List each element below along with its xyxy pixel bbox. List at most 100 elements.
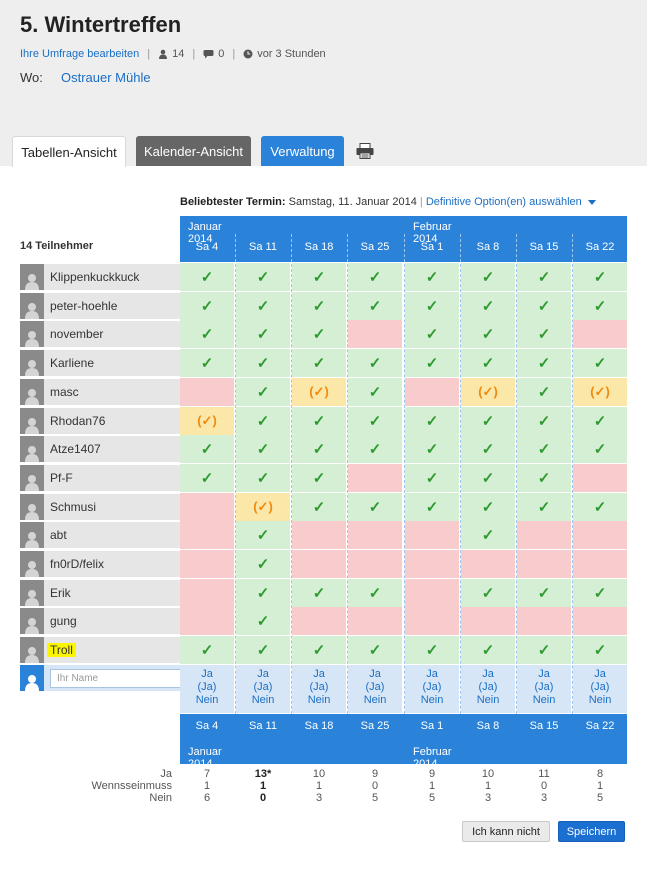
participant-name-cell: november [44,321,192,347]
vote-option-2[interactable]: Nein [236,694,290,707]
vote-cell-no [180,521,234,549]
vote-option-selector[interactable]: Ja (Ja) Nein [348,665,402,713]
vote-option-1[interactable]: (Ja) [517,681,571,694]
vote-cell-yes: ✓ [236,464,290,492]
vote-option-0[interactable]: Ja [348,668,402,681]
cant-attend-button[interactable]: Ich kann nicht [462,821,550,842]
vote-option-1[interactable]: (Ja) [461,681,515,694]
poll-header: 5. Wintertreffen Ihre Umfrage bearbeiten… [0,0,647,167]
check-icon: ✓ [368,585,382,602]
vote-option-2[interactable]: Nein [461,694,515,707]
check-icon: ✓ [368,298,382,315]
check-icon: ✓ [312,413,326,430]
vote-cell-no [292,550,346,578]
vote-option-2[interactable]: Nein [517,694,571,707]
vote-option-selector[interactable]: Ja (Ja) Nein [573,665,627,713]
total-value: 1 [203,780,211,792]
check-icon: ✓ [312,499,326,516]
check-icon: ✓ [312,355,326,372]
vote-option-2[interactable]: Nein [405,694,459,707]
vote-cell-yes: ✓ [180,292,234,320]
date-label: Sa 1 [420,720,444,732]
vote-cell-no [180,378,234,406]
check-icon: ✓ [256,527,270,544]
vote-cell-yes: ✓ [236,320,290,348]
printer-icon[interactable] [356,143,374,164]
vote-option-0[interactable]: Ja [573,668,627,681]
check-icon: ✓ [200,298,214,315]
check-icon: ✓ [425,355,439,372]
vote-cell-yes: ✓ [180,435,234,463]
vote-option-0[interactable]: Ja [517,668,571,681]
location: Wo: Ostrauer Mühle [20,70,151,85]
vote-cell-no [573,320,627,348]
vote-cell-yes: ✓ [236,378,290,406]
vote-option-selector[interactable]: Ja (Ja) Nein [461,665,515,713]
popular-label: Beliebtester Termin: [180,196,286,208]
tab-table-view[interactable]: Tabellen-Ansicht [12,136,126,167]
vote-cell-yes: ✓ [517,320,571,348]
total-value: 1 [315,780,323,792]
total-value: 10 [481,768,495,780]
vote-cell-yes: ✓ [517,407,571,435]
vote-option-2[interactable]: Nein [348,694,402,707]
vote-cell-no [348,464,402,492]
check-icon: ✓ [425,441,439,458]
vote-cell-no [573,550,627,578]
vote-option-selector[interactable]: Ja (Ja) Nein [405,665,459,713]
edit-poll-link[interactable]: Ihre Umfrage bearbeiten [20,48,139,60]
choose-final-option-link[interactable]: Definitive Option(en) auswählen [426,196,582,208]
vote-option-2[interactable]: Nein [180,694,234,707]
participant-name-cell: Rhodan76 [44,408,192,434]
location-link[interactable]: Ostrauer Mühle [61,70,151,85]
save-button[interactable]: Speichern [558,821,625,842]
vote-option-1[interactable]: (Ja) [573,681,627,694]
chevron-down-icon[interactable] [587,199,596,205]
vote-cell-no [180,607,234,635]
total-value: 1 [428,780,436,792]
vote-option-2[interactable]: Nein [292,694,346,707]
vote-cell-maybe: (✓) [180,407,234,435]
vote-option-selector[interactable]: Ja (Ja) Nein [292,665,346,713]
total-value: 0 [540,780,548,792]
check-icon: ✓ [312,585,326,602]
date-label: Sa 25 [360,241,390,253]
vote-option-selector[interactable]: Ja (Ja) Nein [517,665,571,713]
total-value: 1 [484,780,492,792]
vote-option-0[interactable]: Ja [180,668,234,681]
vote-cell-yes: ✓ [348,407,402,435]
check-icon: ✓ [256,413,270,430]
month-label: Januar 2014 [188,746,222,770]
vote-option-1[interactable]: (Ja) [180,681,234,694]
total-value: 9 [428,768,436,780]
vote-cell-maybe: (✓) [573,378,627,406]
participant-name: Atze1407 [50,442,101,456]
check-icon: ✓ [256,384,270,401]
vote-option-0[interactable]: Ja [236,668,290,681]
check-icon: ✓ [593,413,607,430]
vote-option-1[interactable]: (Ja) [405,681,459,694]
your-name-input[interactable] [50,669,183,688]
vote-cell-maybe: (✓) [236,493,290,521]
vote-cell-yes: ✓ [236,550,290,578]
check-icon: ✓ [200,642,214,659]
vote-option-selector[interactable]: Ja (Ja) Nein [180,665,234,713]
vote-option-selector[interactable]: Ja (Ja) Nein [236,665,290,713]
vote-cell-yes: ✓ [573,493,627,521]
vote-cell-maybe: (✓) [292,378,346,406]
tab-admin[interactable]: Verwaltung [261,136,344,166]
vote-cell-yes: ✓ [236,607,290,635]
vote-cell-yes: ✓ [292,464,346,492]
vote-option-1[interactable]: (Ja) [292,681,346,694]
tab-calendar-view[interactable]: Kalender-Ansicht [136,136,251,166]
avatar-icon [20,379,44,405]
vote-cell-yes: ✓ [236,521,290,549]
vote-option-0[interactable]: Ja [405,668,459,681]
vote-option-0[interactable]: Ja [292,668,346,681]
vote-cell-no [405,378,459,406]
vote-option-1[interactable]: (Ja) [348,681,402,694]
location-label: Wo: [20,70,43,85]
vote-option-2[interactable]: Nein [573,694,627,707]
vote-option-0[interactable]: Ja [461,668,515,681]
vote-option-1[interactable]: (Ja) [236,681,290,694]
